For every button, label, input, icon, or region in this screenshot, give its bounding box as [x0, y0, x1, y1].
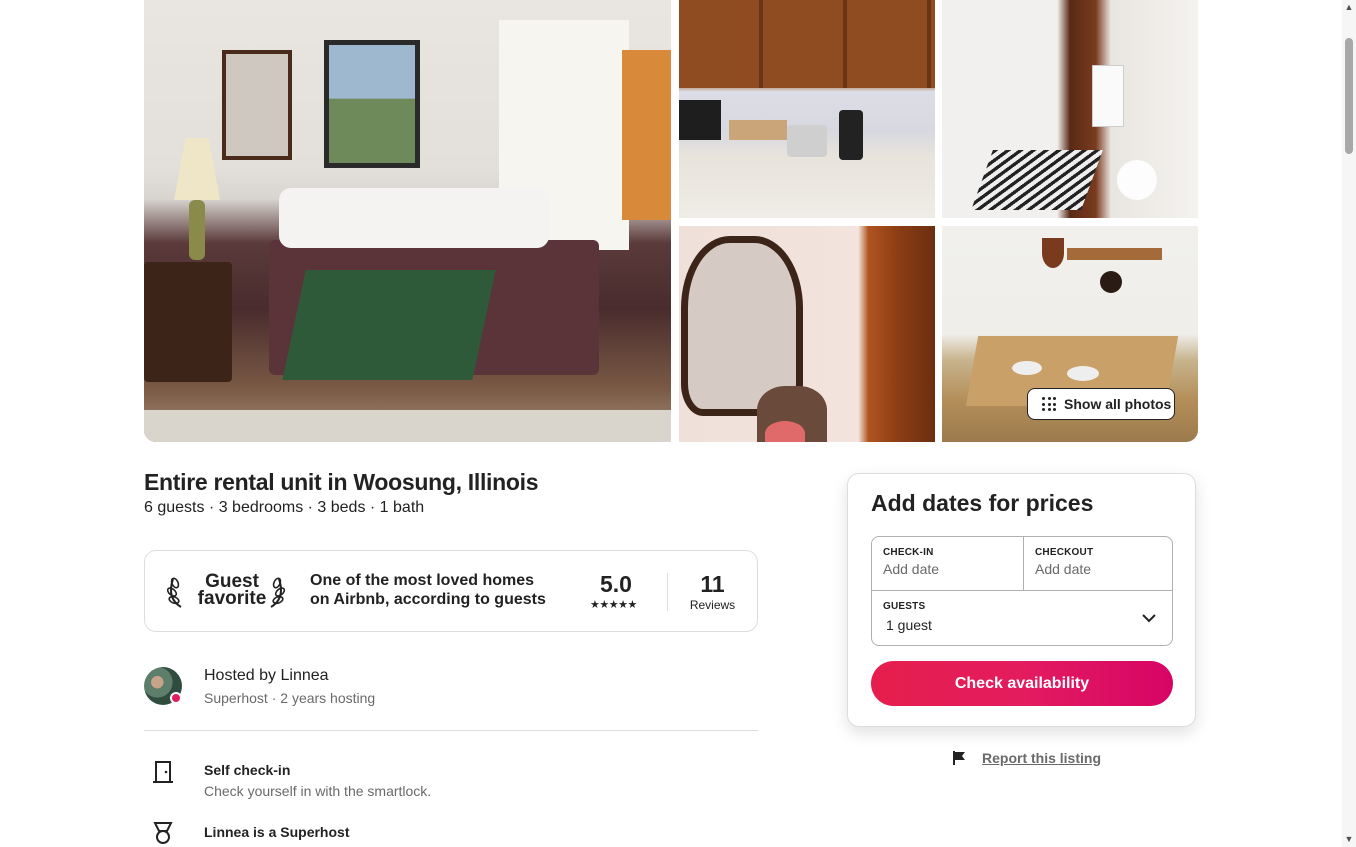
divider — [667, 573, 668, 611]
bedroom-photo[interactable] — [144, 0, 671, 442]
scroll-down-arrow-icon[interactable]: ▼ — [1344, 834, 1354, 844]
checkout-field[interactable]: CHECKOUT Add date — [1024, 537, 1173, 590]
checkin-value: Add date — [883, 561, 940, 577]
guest-favorite-card[interactable]: Guest favorite One of the most loved hom… — [144, 550, 758, 632]
guests-label: GUESTS — [883, 601, 926, 612]
superhost-badge-icon — [170, 692, 182, 704]
chevron-down-icon — [1142, 614, 1156, 623]
listing-subtitle: 6 guests · 3 bedrooms · 3 beds · 1 bath — [144, 499, 425, 516]
checkout-label: CHECKOUT — [1035, 547, 1094, 558]
dates-guests-picker: CHECK-IN Add date CHECKOUT Add date GUES… — [871, 536, 1173, 646]
rating-value: 5.0 — [600, 571, 632, 597]
rating-stars: ★★★★★ — [590, 599, 637, 611]
show-all-photos-label: Show all photos — [1064, 396, 1172, 412]
mirror-photo[interactable] — [679, 226, 935, 442]
host-meta: Superhost · 2 years hosting — [204, 690, 376, 706]
checkout-value: Add date — [1035, 561, 1092, 577]
bathroom-photo[interactable] — [942, 0, 1198, 218]
report-listing: Report this listing — [952, 750, 1101, 766]
medal-icon — [153, 822, 173, 844]
booking-card: Add dates for prices CHECK-IN Add date C… — [847, 473, 1196, 727]
kitchen-photo[interactable] — [679, 0, 935, 218]
checkin-label: CHECK-IN — [883, 547, 934, 558]
reviews-count[interactable]: 11 — [685, 571, 740, 598]
scrollbar-thumb[interactable] — [1345, 38, 1353, 154]
guest-favorite-label: Guest favorite — [197, 571, 267, 609]
report-listing-link[interactable]: Report this listing — [982, 750, 1101, 766]
flag-icon — [953, 751, 965, 765]
laurel-right-icon — [270, 577, 285, 608]
checkin-field[interactable]: CHECK-IN Add date — [872, 537, 1023, 590]
guests-select[interactable]: GUESTS 1 guest — [872, 591, 1172, 646]
highlight-desc: Check yourself in with the smartlock. — [204, 783, 432, 799]
guests-value: 1 guest — [886, 617, 932, 633]
highlight-title: Linnea is a Superhost — [204, 824, 350, 840]
host-name: Hosted by Linnea — [204, 667, 329, 684]
section-divider — [144, 730, 758, 731]
laurel-left-icon — [167, 577, 182, 608]
scroll-up-arrow-icon[interactable]: ▲ — [1344, 2, 1354, 12]
booking-title: Add dates for prices — [871, 490, 1094, 516]
listing-title: Entire rental unit in Woosung, Illinois — [144, 469, 539, 495]
grid-dots-icon — [1042, 397, 1056, 411]
highlight-title: Self check-in — [204, 762, 291, 778]
check-availability-button[interactable]: Check availability — [871, 661, 1173, 706]
reviews-label[interactable]: Reviews — [685, 598, 740, 612]
guest-favorite-description: One of the most loved homes on Airbnb, a… — [310, 572, 546, 608]
door-icon — [153, 761, 173, 783]
show-all-photos-button[interactable]: Show all photos — [1027, 388, 1175, 420]
